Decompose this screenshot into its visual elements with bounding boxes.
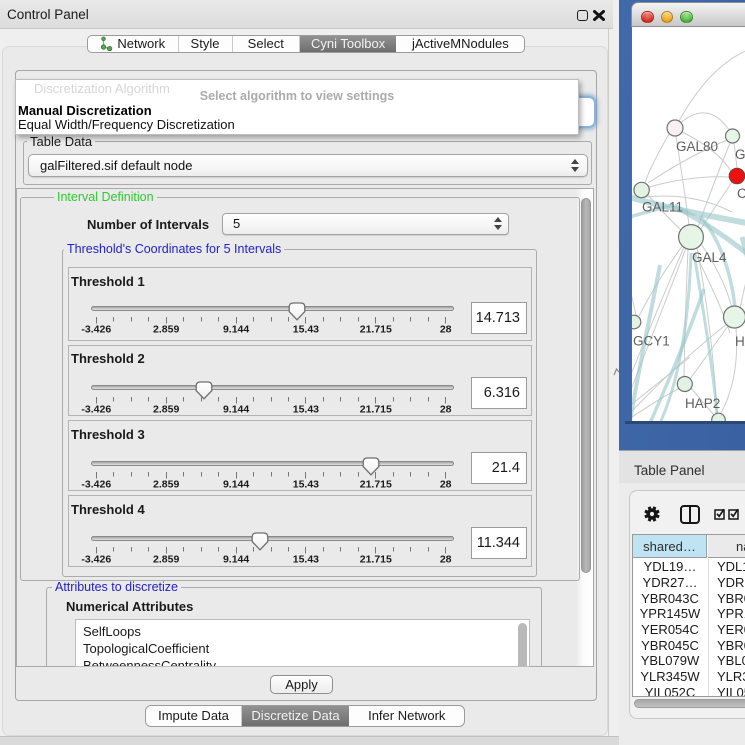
svg-text:HAP4: HAP4 — [735, 334, 745, 349]
svg-text:2.859: 2.859 — [153, 324, 179, 336]
svg-text:-3.426: -3.426 — [81, 324, 111, 336]
svg-text:21.715: 21.715 — [360, 403, 392, 415]
svg-text:GAL11: GAL11 — [642, 200, 683, 215]
svg-text:2.859: 2.859 — [153, 554, 179, 566]
svg-text:9.144: 9.144 — [223, 554, 249, 566]
svg-text:2.859: 2.859 — [153, 479, 179, 491]
svg-text:15.43: 15.43 — [293, 554, 319, 566]
svg-text:21.715: 21.715 — [360, 324, 392, 336]
svg-text:9.144: 9.144 — [223, 479, 249, 491]
svg-text:-3.426: -3.426 — [81, 403, 111, 415]
svg-text:CYC: CYC — [737, 186, 745, 201]
svg-text:9.144: 9.144 — [223, 403, 249, 415]
svg-text:21.715: 21.715 — [360, 479, 392, 491]
svg-text:15.43: 15.43 — [293, 403, 319, 415]
svg-text:9.144: 9.144 — [223, 324, 249, 336]
svg-text:GCY1: GCY1 — [633, 334, 670, 349]
svg-text:-3.426: -3.426 — [81, 554, 111, 566]
svg-text:21.715: 21.715 — [360, 554, 392, 566]
svg-text:GAL80: GAL80 — [676, 139, 718, 154]
svg-text:-3.426: -3.426 — [81, 479, 111, 491]
svg-text:GAL4: GAL4 — [692, 250, 727, 265]
svg-text:15.43: 15.43 — [293, 324, 319, 336]
svg-text:28: 28 — [440, 479, 452, 491]
svg-text:GAL2: GAL2 — [735, 147, 745, 162]
svg-text:15.43: 15.43 — [293, 479, 319, 491]
svg-text:28: 28 — [440, 403, 452, 415]
svg-text:28: 28 — [440, 324, 452, 336]
svg-text:HAP2: HAP2 — [685, 396, 720, 411]
svg-text:2.859: 2.859 — [153, 403, 179, 415]
svg-text:28: 28 — [440, 554, 452, 566]
